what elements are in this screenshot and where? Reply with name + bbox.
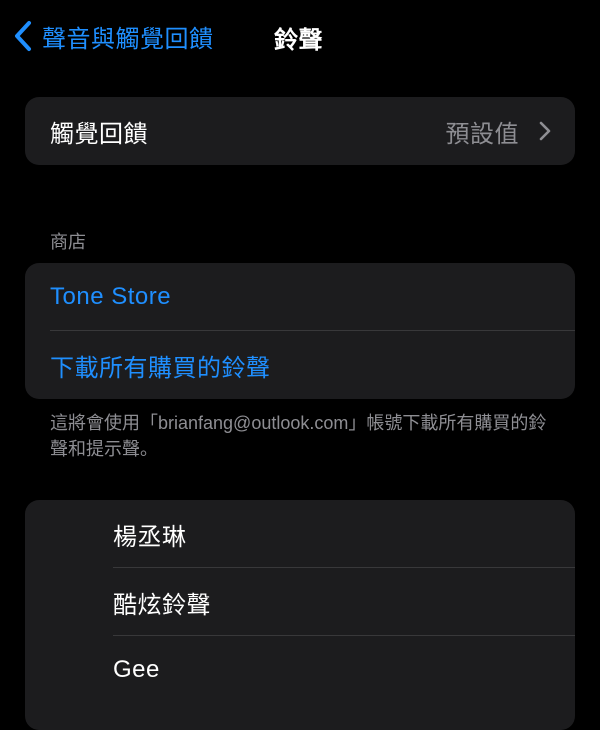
tone-store-link: Tone Store <box>50 283 172 310</box>
page-title: 鈴聲 <box>274 27 323 54</box>
back-button-label: 聲音與觸覺回饋 <box>42 25 214 53</box>
chevron-right-icon <box>539 121 551 141</box>
haptics-group: 觸覺回饋 預設值 <box>25 97 575 165</box>
ringtone-name: 酷炫鈴聲 <box>113 591 211 619</box>
navigation-bar: 聲音與觸覺回饋 鈴聲 <box>0 0 600 72</box>
download-all-row[interactable]: 下載所有購買的鈴聲 <box>25 331 575 399</box>
ringtone-row[interactable]: Gee <box>25 636 575 704</box>
haptics-value: 預設值 <box>445 120 519 148</box>
ringtone-row[interactable]: 酷炫鈴聲 <box>25 568 575 636</box>
haptics-row[interactable]: 觸覺回饋 預設值 <box>25 97 575 165</box>
ringtone-name: 楊丞琳 <box>113 523 187 551</box>
ringtone-name: Gee <box>113 656 160 683</box>
store-footer-note: 這將會使用「brianfang@outlook.com」帳號下載所有購買的鈴聲和… <box>50 413 547 459</box>
chevron-left-icon <box>15 21 31 51</box>
download-all-link: 下載所有購買的鈴聲 <box>50 354 271 382</box>
ringtone-list: 楊丞琳 酷炫鈴聲 Gee <box>25 500 575 730</box>
haptics-label: 觸覺回饋 <box>50 120 148 148</box>
store-group: Tone Store 下載所有購買的鈴聲 <box>25 263 575 399</box>
back-button[interactable]: 聲音與觸覺回饋 <box>12 16 214 56</box>
store-section-header: 商店 <box>50 232 86 252</box>
tone-store-row[interactable]: Tone Store <box>25 263 575 331</box>
ringtone-row[interactable]: 楊丞琳 <box>25 500 575 568</box>
